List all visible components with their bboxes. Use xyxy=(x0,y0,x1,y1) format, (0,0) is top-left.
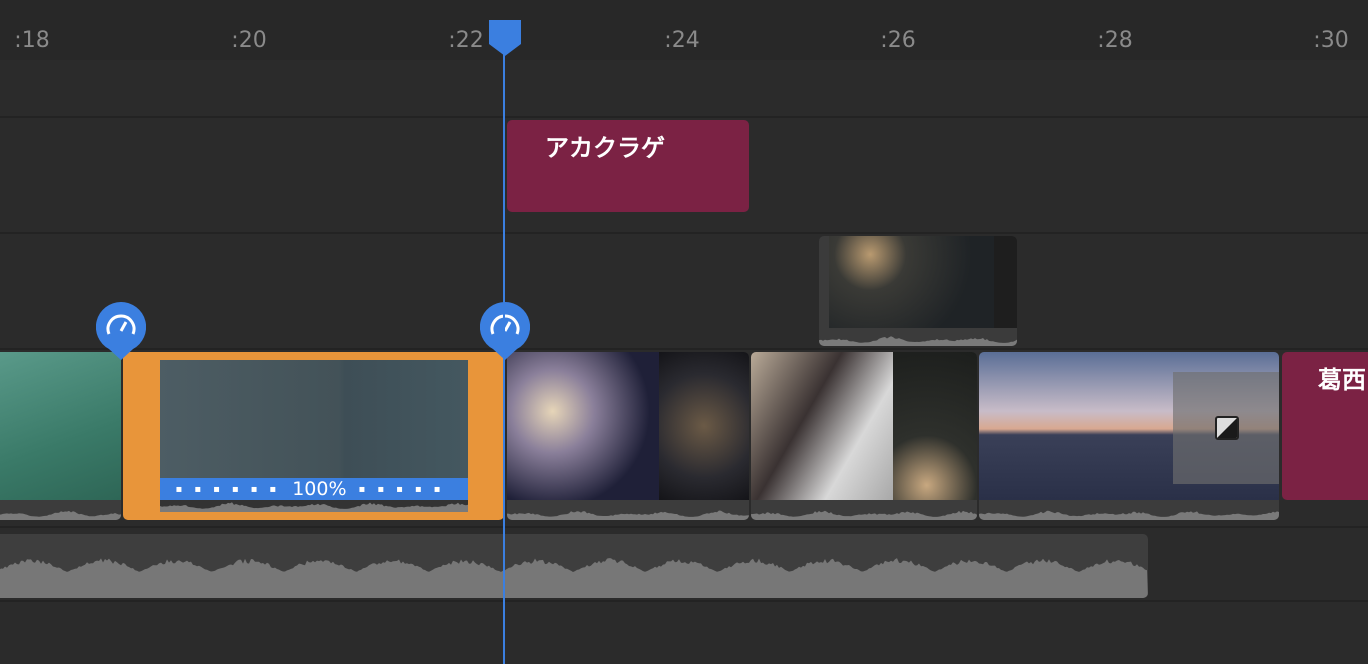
audio-waveform xyxy=(979,500,1279,520)
transition-icon[interactable] xyxy=(1215,416,1239,440)
track-divider xyxy=(0,600,1368,602)
track-divider xyxy=(0,232,1368,234)
clip-thumbnail xyxy=(507,352,659,500)
speed-bar[interactable]: ▪▪▪▪▪▪ 100% ▪▪▪▪▪ xyxy=(160,478,468,500)
clip-thumbnail xyxy=(659,352,749,500)
waveform-shape xyxy=(819,336,1017,346)
speedometer-icon[interactable] xyxy=(96,302,146,360)
ruler-tick: :30 xyxy=(1313,28,1348,53)
video-clip[interactable] xyxy=(751,352,977,520)
audio-waveform xyxy=(0,534,1148,598)
audio-waveform xyxy=(507,500,749,520)
clip-thumbnail xyxy=(829,236,994,328)
overlay-clip[interactable] xyxy=(819,236,1017,346)
title-clip-label: 葛西 xyxy=(1318,360,1366,395)
video-clip[interactable] xyxy=(507,352,749,520)
timeline-ruler[interactable]: :18 :20 :22 :24 :26 :28 :30 xyxy=(0,0,1368,60)
clip-thumbnail xyxy=(994,236,1017,328)
playhead[interactable] xyxy=(503,20,505,664)
speed-label: 100% xyxy=(292,478,346,500)
playhead-handle[interactable] xyxy=(489,20,521,56)
title-clip[interactable]: 葛西 xyxy=(1282,352,1368,500)
ruler-tick: :22 xyxy=(448,28,483,53)
clip-thumbnail xyxy=(893,352,977,500)
waveform-shape xyxy=(0,558,1148,598)
video-clip[interactable] xyxy=(0,352,121,520)
waveform-shape xyxy=(979,511,1279,520)
waveform-shape xyxy=(0,511,121,520)
waveform-shape xyxy=(507,511,749,521)
track-divider xyxy=(0,526,1368,528)
ruler-tick: :28 xyxy=(1097,28,1132,53)
audio-waveform xyxy=(160,500,468,512)
speedometer-icon[interactable] xyxy=(480,302,530,360)
track-divider xyxy=(0,348,1368,350)
waveform-shape xyxy=(160,502,468,512)
title-clip-label: アカクラゲ xyxy=(545,128,665,163)
clip-thumbnail xyxy=(160,360,468,478)
waveform-shape xyxy=(751,511,977,520)
ruler-tick: :26 xyxy=(880,28,915,53)
ruler-tick: :18 xyxy=(14,28,49,53)
audio-waveform xyxy=(0,500,121,520)
audio-waveform xyxy=(819,328,1017,346)
ruler-tick: :20 xyxy=(231,28,266,53)
clip-thumbnail xyxy=(751,352,893,500)
track-divider xyxy=(0,116,1368,118)
background-music-clip[interactable] xyxy=(0,534,1148,598)
video-clip[interactable] xyxy=(979,352,1279,520)
audio-waveform xyxy=(751,500,977,520)
ruler-tick: :24 xyxy=(664,28,699,53)
title-clip[interactable]: アカクラゲ xyxy=(507,120,749,212)
clip-thumbnail xyxy=(0,352,121,500)
selected-video-clip[interactable]: ▪▪▪▪▪▪ 100% ▪▪▪▪▪ xyxy=(123,352,504,520)
